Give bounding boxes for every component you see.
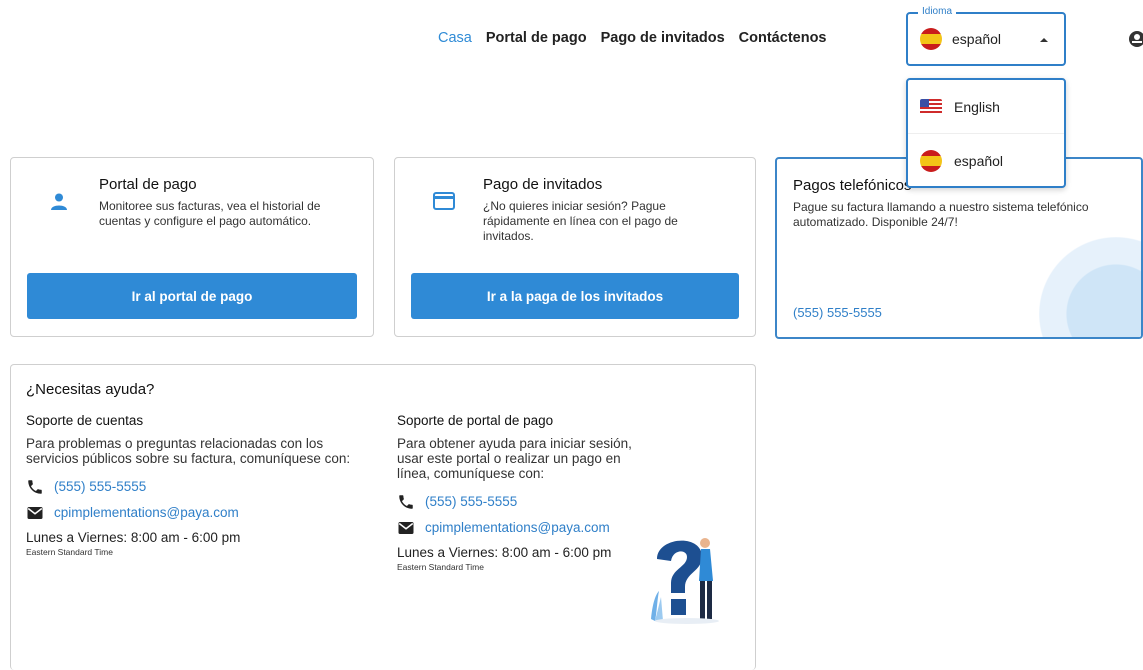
portal-support-phone-link[interactable]: (555) 555-5555 (425, 493, 517, 511)
language-option-spanish[interactable]: español (908, 133, 1064, 187)
account-support-phone-row: (555) 555-5555 (26, 478, 366, 496)
account-support-section: Soporte de cuentas Para problemas o preg… (26, 413, 366, 557)
language-selected-label: español (952, 31, 1002, 47)
account-support-email-link[interactable]: cpimplementations@paya.com (54, 504, 239, 522)
help-title: ¿Necesitas ayuda? (26, 381, 155, 398)
language-option-english[interactable]: English (908, 80, 1064, 133)
person-icon (51, 193, 67, 210)
language-option-label: English (954, 98, 1000, 115)
portal-support-section: Soporte de portal de pago Para obtener a… (397, 413, 642, 572)
us-flag-icon (920, 98, 942, 115)
question-mark-person-illustration (651, 538, 719, 624)
account-support-timezone: Eastern Standard Time (26, 547, 113, 557)
guest-payment-card: Pago de invitados ¿No quieres iniciar se… (394, 157, 756, 337)
mail-icon (27, 507, 43, 519)
portal-support-text: Para obtener ayuda para iniciar sesión, … (397, 436, 632, 481)
portal-support-heading: Soporte de portal de pago (397, 413, 554, 428)
portal-support-phone-row: (555) 555-5555 (397, 493, 642, 511)
go-to-payment-portal-button[interactable]: Ir al portal de pago (27, 273, 357, 319)
nav-guest-payment[interactable]: Pago de invitados (601, 30, 725, 46)
help-card: ¿Necesitas ayuda? Soporte de cuentas Par… (10, 364, 756, 670)
payment-portal-description: Monitoree sus facturas, vea el historial… (99, 199, 321, 228)
phone-icon (399, 495, 413, 509)
portal-support-email-link[interactable]: cpimplementations@paya.com (425, 519, 610, 537)
language-select[interactable]: Idioma español (906, 6, 1066, 66)
account-support-email-row: cpimplementations@paya.com (26, 504, 366, 522)
phone-payment-description: Pague su factura llamando a nuestro sist… (793, 200, 1089, 229)
account-support-phone-link[interactable]: (555) 555-5555 (54, 478, 146, 496)
account-support-heading: Soporte de cuentas (26, 413, 144, 428)
payment-portal-text: Portal de pago Monitoree sus facturas, v… (99, 176, 343, 229)
phone-payment-number-link[interactable]: (555) 555-5555 (793, 305, 882, 320)
mail-icon (398, 522, 414, 534)
spain-flag-icon (920, 28, 942, 50)
guest-payment-description: ¿No quieres iniciar sesión? Pague rápida… (483, 199, 678, 243)
main-nav: Casa Portal de pago Pago de invitados Co… (438, 30, 827, 46)
guest-payment-text: Pago de invitados ¿No quieres iniciar se… (483, 176, 725, 244)
language-select-value-row: español (920, 28, 1001, 50)
language-select-legend: Idioma (918, 6, 957, 17)
phone-card-decoration (1039, 237, 1141, 337)
account-icon[interactable] (1128, 30, 1143, 48)
account-support-text: Para problemas o preguntas relacionadas … (26, 436, 351, 466)
nav-contact[interactable]: Contáctenos (739, 30, 827, 46)
credit-card-icon (433, 192, 455, 210)
account-support-hours: Lunes a Viernes: 8:00 am - 6:00 pm (26, 530, 241, 545)
caret-up-icon (1040, 38, 1048, 42)
nav-payment-portal[interactable]: Portal de pago (486, 30, 587, 46)
portal-support-timezone: Eastern Standard Time (397, 562, 484, 572)
nav-home[interactable]: Casa (438, 30, 472, 46)
go-to-guest-payment-button[interactable]: Ir a la paga de los invitados (411, 273, 739, 319)
spain-flag-icon (920, 149, 942, 172)
payment-portal-title: Portal de pago (99, 176, 197, 193)
phone-icon (28, 480, 42, 494)
portal-support-email-row: cpimplementations@paya.com (397, 519, 642, 537)
language-menu: English español (906, 78, 1066, 188)
payment-portal-card: Portal de pago Monitoree sus facturas, v… (10, 157, 374, 337)
language-option-label: español (954, 152, 1004, 169)
guest-payment-title: Pago de invitados (483, 176, 603, 193)
portal-support-hours: Lunes a Viernes: 8:00 am - 6:00 pm (397, 545, 612, 560)
